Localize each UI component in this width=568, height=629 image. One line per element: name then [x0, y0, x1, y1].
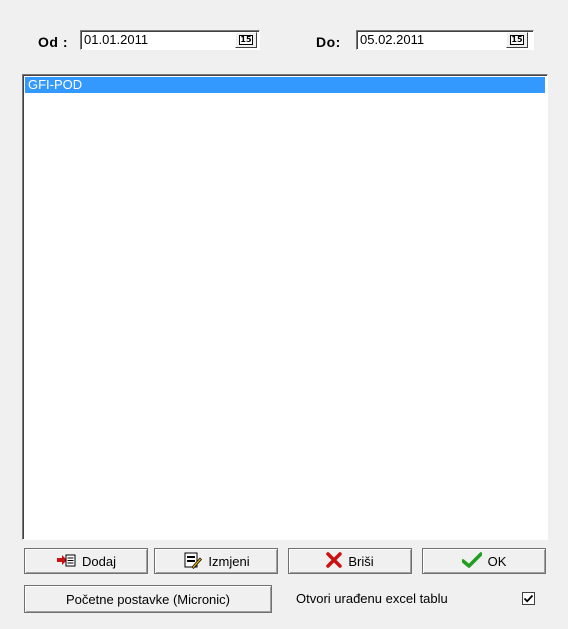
delete-button[interactable]: Briši	[288, 548, 412, 574]
delete-icon	[326, 551, 343, 571]
open-excel-label: Otvori urađenu excel tablu	[296, 591, 448, 606]
ok-button[interactable]: OK	[422, 548, 546, 574]
to-date-value: 05.02.2011	[360, 32, 425, 47]
from-date-value: 01.01.2011	[84, 32, 149, 47]
open-excel-checkbox[interactable]	[522, 592, 535, 605]
checkmark-icon	[523, 594, 534, 603]
to-date-label: Do:	[316, 34, 341, 50]
edit-icon	[182, 551, 203, 572]
from-date-calendar-button[interactable]: 15	[235, 32, 257, 48]
add-icon	[56, 552, 76, 571]
report-listbox[interactable]: GFI-POD	[22, 74, 548, 540]
edit-button[interactable]: Izmjeni	[154, 548, 278, 574]
checkmark-icon	[460, 551, 483, 571]
initial-settings-button[interactable]: Početne postavke (Micronic)	[24, 585, 272, 613]
ok-button-label: OK	[487, 553, 507, 569]
calendar-icon: 15	[239, 35, 253, 45]
from-date-field[interactable]: 01.01.2011	[80, 30, 260, 50]
from-date-label: Od :	[38, 34, 68, 50]
delete-button-label: Briši	[348, 553, 374, 569]
calendar-icon: 15	[510, 35, 524, 45]
add-button[interactable]: Dodaj	[24, 548, 148, 574]
add-button-label: Dodaj	[82, 553, 116, 569]
to-date-calendar-button[interactable]: 15	[506, 32, 528, 48]
list-item[interactable]: GFI-POD	[25, 77, 545, 93]
initial-settings-button-label: Početne postavke (Micronic)	[65, 591, 230, 607]
edit-button-label: Izmjeni	[208, 553, 250, 569]
